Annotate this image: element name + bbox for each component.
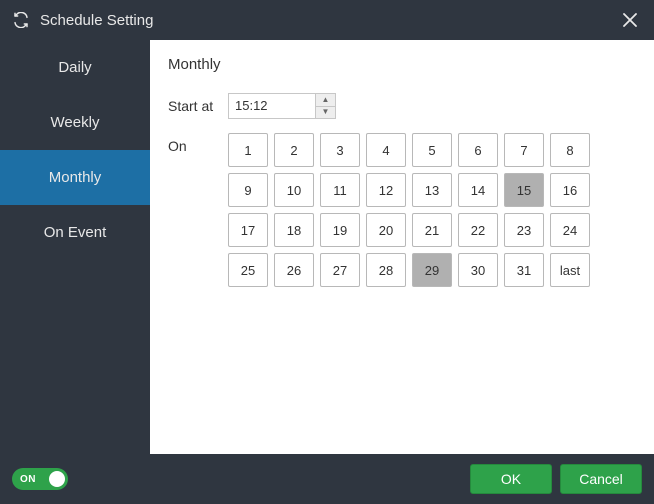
day-29[interactable]: 29	[412, 253, 452, 287]
enable-toggle[interactable]: ON	[12, 468, 68, 490]
day-25[interactable]: 25	[228, 253, 268, 287]
cancel-button[interactable]: Cancel	[560, 464, 642, 494]
day-7[interactable]: 7	[504, 133, 544, 167]
day-last[interactable]: last	[550, 253, 590, 287]
day-20[interactable]: 20	[366, 213, 406, 247]
day-9[interactable]: 9	[228, 173, 268, 207]
time-spin-up-icon[interactable]: ▲	[316, 94, 335, 106]
day-28[interactable]: 28	[366, 253, 406, 287]
on-label: On	[168, 133, 228, 154]
start-at-value[interactable]: 15:12	[229, 94, 315, 118]
day-5[interactable]: 5	[412, 133, 452, 167]
day-11[interactable]: 11	[320, 173, 360, 207]
day-30[interactable]: 30	[458, 253, 498, 287]
footer: ON OK Cancel	[0, 454, 654, 504]
sidebar: DailyWeeklyMonthlyOn Event	[0, 40, 150, 454]
day-21[interactable]: 21	[412, 213, 452, 247]
day-24[interactable]: 24	[550, 213, 590, 247]
time-spin-down-icon[interactable]: ▼	[316, 106, 335, 119]
day-8[interactable]: 8	[550, 133, 590, 167]
ok-button[interactable]: OK	[470, 464, 552, 494]
time-spinners: ▲ ▼	[315, 94, 335, 118]
day-14[interactable]: 14	[458, 173, 498, 207]
sidebar-tab-monthly[interactable]: Monthly	[0, 150, 150, 205]
start-at-label: Start at	[168, 93, 228, 114]
panel-monthly: Monthly Start at 15:12 ▲ ▼ On 1234567891…	[150, 40, 654, 454]
day-13[interactable]: 13	[412, 173, 452, 207]
day-27[interactable]: 27	[320, 253, 360, 287]
day-12[interactable]: 12	[366, 173, 406, 207]
day-31[interactable]: 31	[504, 253, 544, 287]
sidebar-tab-weekly[interactable]: Weekly	[0, 95, 150, 150]
day-3[interactable]: 3	[320, 133, 360, 167]
day-23[interactable]: 23	[504, 213, 544, 247]
toggle-label: ON	[20, 474, 36, 485]
day-19[interactable]: 19	[320, 213, 360, 247]
sync-icon	[12, 11, 30, 29]
start-at-field[interactable]: 15:12 ▲ ▼	[228, 93, 336, 119]
toggle-knob	[49, 471, 65, 487]
day-17[interactable]: 17	[228, 213, 268, 247]
dialog-title: Schedule Setting	[40, 12, 618, 29]
day-22[interactable]: 22	[458, 213, 498, 247]
day-15[interactable]: 15	[504, 173, 544, 207]
day-16[interactable]: 16	[550, 173, 590, 207]
sidebar-tab-daily[interactable]: Daily	[0, 40, 150, 95]
day-6[interactable]: 6	[458, 133, 498, 167]
day-2[interactable]: 2	[274, 133, 314, 167]
panel-title: Monthly	[168, 56, 636, 73]
day-grid: 1234567891011121314151617181920212223242…	[228, 133, 590, 287]
sidebar-tab-on-event[interactable]: On Event	[0, 205, 150, 260]
close-icon[interactable]	[618, 8, 642, 32]
day-1[interactable]: 1	[228, 133, 268, 167]
day-10[interactable]: 10	[274, 173, 314, 207]
day-4[interactable]: 4	[366, 133, 406, 167]
day-26[interactable]: 26	[274, 253, 314, 287]
day-18[interactable]: 18	[274, 213, 314, 247]
titlebar: Schedule Setting	[0, 0, 654, 40]
